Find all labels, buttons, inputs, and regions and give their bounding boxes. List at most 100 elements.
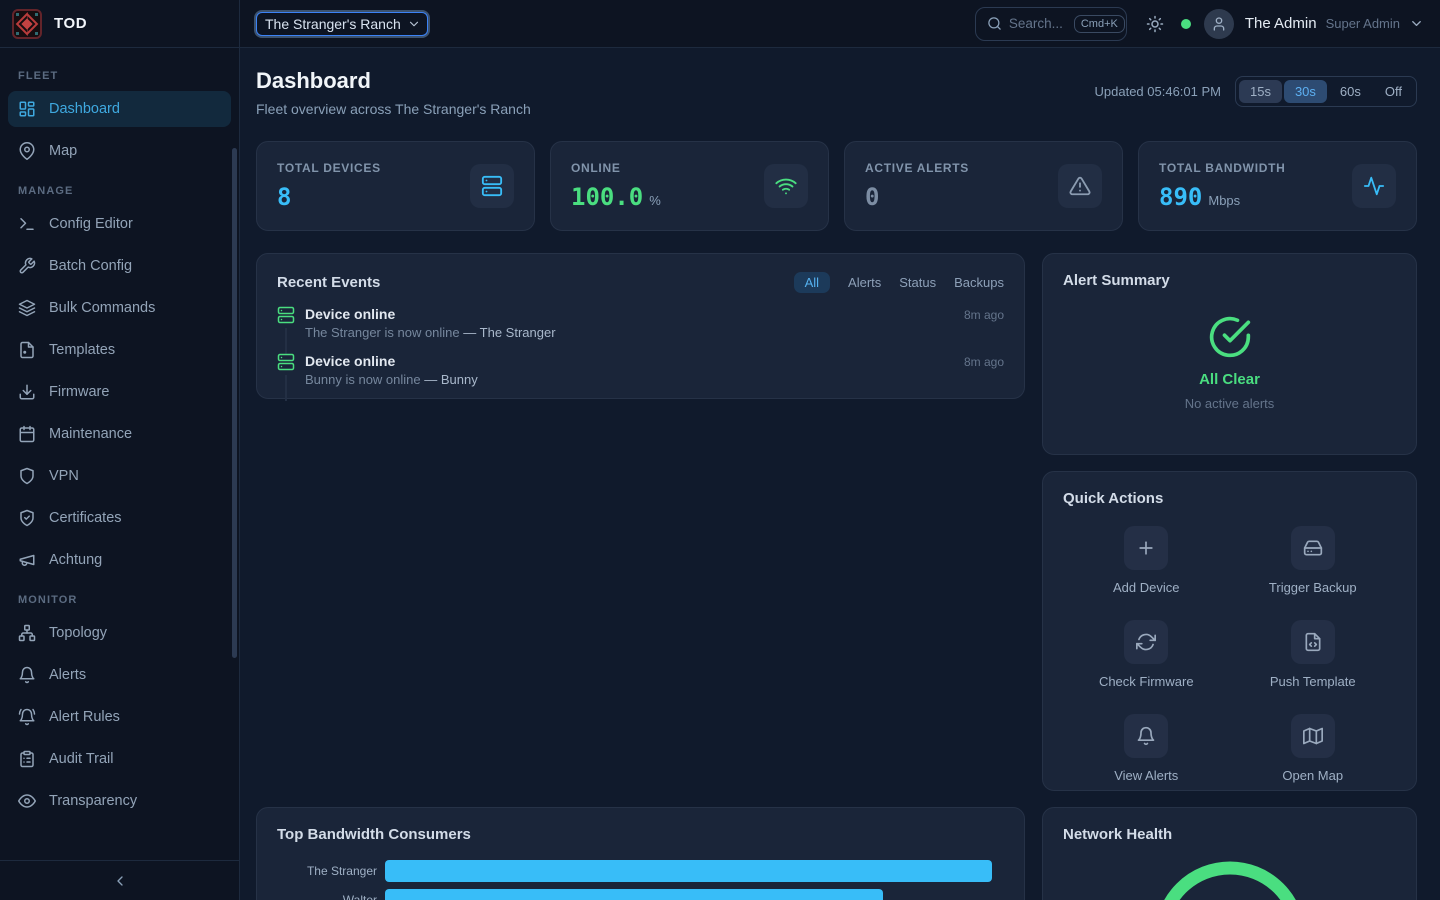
avatar [1204, 9, 1234, 39]
open-map-button[interactable]: Open Map [1230, 714, 1397, 783]
sidebar-item-certificates[interactable]: Certificates [8, 500, 231, 536]
tab-alerts[interactable]: Alerts [848, 272, 881, 293]
add-device-button[interactable]: Add Device [1063, 526, 1230, 595]
topbar-right: Cmd+K The Admin Super Admin [975, 7, 1424, 41]
bandwidth-card: Top Bandwidth Consumers The Stranger Wal… [256, 807, 1025, 900]
search-box[interactable]: Cmd+K [975, 7, 1127, 41]
sidebar-item-label: VPN [49, 468, 79, 484]
view-alerts-button[interactable]: View Alerts [1063, 714, 1230, 783]
trigger-backup-button[interactable]: Trigger Backup [1230, 526, 1397, 595]
sidebar-item-label: Alert Rules [49, 709, 120, 725]
qa-label: Check Firmware [1099, 674, 1194, 689]
bandwidth-device-label: The Stranger [277, 864, 385, 878]
sidebar-item-topology[interactable]: Topology [8, 615, 231, 651]
sidebar-item-label: Map [49, 143, 77, 159]
sidebar-item-alerts[interactable]: Alerts [8, 657, 231, 693]
sidebar-item-alert-rules[interactable]: Alert Rules [8, 699, 231, 735]
sidebar-item-label: Certificates [49, 510, 122, 526]
sidebar-item-dashboard[interactable]: Dashboard [8, 91, 231, 127]
alert-status-text: All Clear [1199, 371, 1260, 388]
refresh-15s-button[interactable]: 15s [1239, 80, 1282, 103]
alert-summary-card: Alert Summary All Clear No active alerts [1042, 253, 1417, 455]
sidebar-scrollbar[interactable] [232, 148, 237, 658]
updated-timestamp: Updated 05:46:01 PM [1095, 84, 1221, 99]
event-list: Device online 8m ago The Stranger is now… [277, 306, 1004, 387]
sidebar-item-templates[interactable]: Templates [8, 332, 231, 368]
sidebar-item-bulk-commands[interactable]: Bulk Commands [8, 290, 231, 326]
dashboard-icon [18, 100, 36, 118]
sidebar-item-label: Config Editor [49, 216, 133, 232]
sidebar-item-config-editor[interactable]: Config Editor [8, 206, 231, 242]
tod-logo-icon [12, 9, 42, 39]
bandwidth-title: Top Bandwidth Consumers [277, 826, 471, 843]
tab-backups[interactable]: Backups [954, 272, 1004, 293]
refresh-interval-group: 15s30s60sOff [1235, 76, 1417, 107]
page-header: Dashboard Fleet overview across The Stra… [256, 68, 1417, 117]
sidebar-item-batch-config[interactable]: Batch Config [8, 248, 231, 284]
app-root: TOD FLEETDashboardMapMANAGEConfig Editor… [0, 0, 1440, 900]
sidebar-item-maintenance[interactable]: Maintenance [8, 416, 231, 452]
qa-icon-tile [1124, 526, 1168, 570]
quick-actions-card: Quick Actions Add Device Trigger Backup … [1042, 471, 1417, 791]
collapse-sidebar-button[interactable] [0, 860, 239, 900]
event-title: Device online [305, 306, 395, 322]
stat-label: TOTAL DEVICES [277, 161, 381, 175]
search-input[interactable] [1009, 16, 1067, 31]
sidebar-item-transparency[interactable]: Transparency [8, 783, 231, 819]
sidebar-item-label: Audit Trail [49, 751, 113, 767]
event-device: — Bunny [424, 372, 477, 387]
alert-summary-title: Alert Summary [1063, 272, 1396, 289]
refresh-30s-button[interactable]: 30s [1284, 80, 1327, 103]
event-description: Bunny is now online — Bunny [305, 372, 1004, 387]
sidebar-item-audit-trail[interactable]: Audit Trail [8, 741, 231, 777]
download-icon [18, 383, 36, 401]
sidebar-item-map[interactable]: Map [8, 133, 231, 169]
stat-card-total-bandwidth: TOTAL BANDWIDTH 890 Mbps [1138, 141, 1417, 231]
tab-status[interactable]: Status [899, 272, 936, 293]
network-health-gauge: 100 [1063, 859, 1396, 900]
bandwidth-track [385, 860, 1004, 882]
refresh-off-button[interactable]: Off [1374, 80, 1413, 103]
sidebar-item-achtung[interactable]: Achtung [8, 542, 231, 578]
qa-label: View Alerts [1114, 768, 1178, 783]
user-role: Super Admin [1326, 16, 1400, 31]
user-menu[interactable]: The Admin Super Admin [1204, 9, 1424, 39]
refresh-controls: Updated 05:46:01 PM 15s30s60sOff [1095, 76, 1418, 107]
chevron-left-icon [112, 873, 128, 889]
page-title: Dashboard [256, 68, 531, 94]
tab-all[interactable]: All [794, 272, 830, 293]
page-subtitle: Fleet overview across The Stranger's Ran… [256, 101, 531, 117]
bell-ring-icon [18, 708, 36, 726]
bandwidth-bars: The Stranger Walter [277, 860, 1004, 900]
check-firmware-button[interactable]: Check Firmware [1063, 620, 1230, 689]
server-icon [277, 306, 295, 324]
qa-icon-tile [1291, 620, 1335, 664]
sidebar-item-vpn[interactable]: VPN [8, 458, 231, 494]
stats-row: TOTAL DEVICES 8 ONLINE 100.0 % ACTIVE [256, 141, 1417, 231]
shield-check-icon [18, 509, 36, 527]
sidebar-header: TOD [0, 0, 239, 48]
theme-toggle-button[interactable] [1143, 12, 1167, 36]
stat-unit: Mbps [1208, 193, 1240, 208]
sidebar-item-label: Alerts [49, 667, 86, 683]
push-template-button[interactable]: Push Template [1230, 620, 1397, 689]
stat-value: 100.0 [571, 183, 643, 211]
shield-icon [18, 467, 36, 485]
site-selector[interactable]: The Stranger's Ranch [256, 12, 428, 36]
megaphone-icon [18, 551, 36, 569]
refresh-60s-button[interactable]: 60s [1329, 80, 1372, 103]
event-row: Device online 8m ago The Stranger is now… [277, 306, 1004, 340]
alert-status-detail: No active alerts [1185, 396, 1275, 411]
qa-icon-tile [1124, 714, 1168, 758]
file-icon [18, 341, 36, 359]
qa-icon-tile [1124, 620, 1168, 664]
sidebar-item-firmware[interactable]: Firmware [8, 374, 231, 410]
stat-icon-tile [470, 164, 514, 208]
search-shortcut-badge: Cmd+K [1074, 15, 1125, 33]
network-health-card: Network Health 100 [1042, 807, 1417, 900]
user-icon [1211, 16, 1227, 32]
sun-icon [1146, 15, 1164, 33]
stat-unit: % [649, 193, 661, 208]
stat-value: 8 [277, 183, 291, 211]
sidebar-nav: FLEETDashboardMapMANAGEConfig EditorBatc… [0, 48, 239, 819]
